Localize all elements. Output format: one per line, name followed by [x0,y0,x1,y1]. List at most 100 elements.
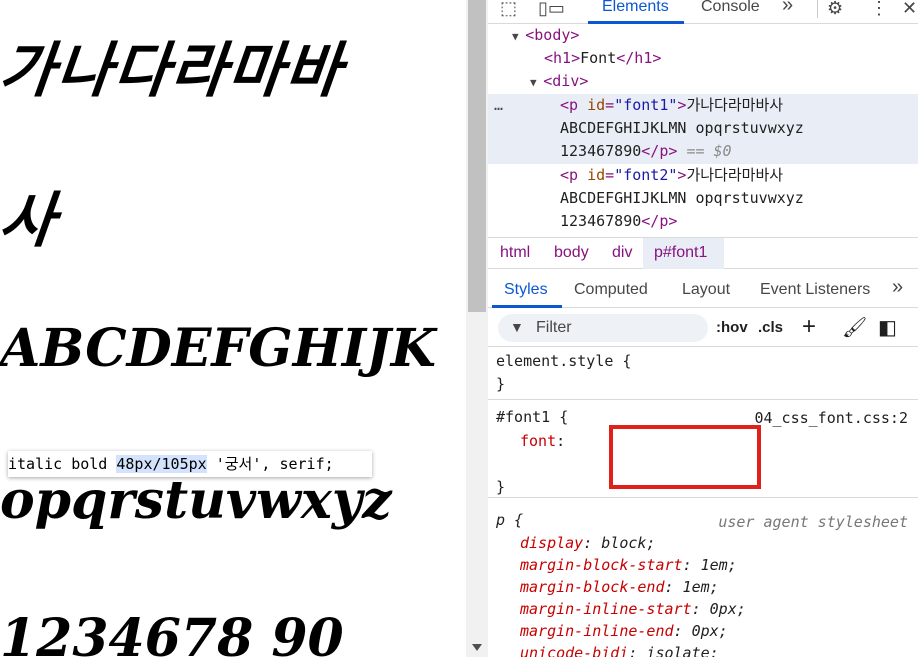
dom-node-p-font2[interactable]: <p id="font2">가나다라마바사 [560,164,783,187]
preview-line-uppercase: ABCDEFGHIJK [0,318,436,379]
font-value-line-height: 105px [161,455,207,473]
more-options-icon[interactable]: ⋮ [870,0,888,19]
preview-line-digits: 1234678 90 [0,608,344,657]
tab-elements[interactable]: Elements [602,0,669,16]
p1-text-line2: ABCDEFGHIJKLMN opqrstuvwxyz [560,119,804,137]
active-subtab-indicator [492,305,562,308]
page-scrollbar[interactable] [466,0,488,657]
p-property-row[interactable]: display: block; [520,532,655,554]
property-value: : isolate; [628,644,719,657]
more-subtabs-button[interactable]: » [892,276,903,299]
tag-div: <div> [543,72,589,90]
preview-line-korean-1: 가나다라마바 [0,36,347,106]
property-name: margin-inline-end [520,622,674,640]
attr-name: id [587,96,606,114]
device-toolbar-icon[interactable]: ▯▭ [538,0,565,19]
breadcrumb-p-font1[interactable]: p#font1 [654,244,707,262]
filter-placeholder: Filter [536,319,572,336]
p-property-row[interactable]: unicode-bidi: isolate; [520,642,719,657]
class-toggle[interactable]: .cls [758,319,783,336]
new-rule-button[interactable]: + [802,313,816,341]
breadcrumb-div[interactable]: div [612,244,632,262]
h1-text: Font [580,49,617,67]
collapse-arrow-icon[interactable]: ▼ [530,76,543,89]
property-value: : 1em; [664,578,719,596]
dom-tree: ▼ <body> <h1>Font</h1> ▼ <div> … <p id="… [488,24,918,236]
paint-brush-icon[interactable]: 🖌 [842,315,867,340]
attr-value: "font1" [614,96,678,114]
annotation-highlight-box [609,425,761,489]
rule-p-user-agent[interactable]: p { user agent stylesheet display: block… [488,506,918,657]
scroll-down-arrow-icon[interactable] [472,644,482,651]
user-agent-stylesheet-label: user agent stylesheet [718,513,908,531]
devtools-toolbar: ⬚ ▯▭ Elements Console » ⚙ ⋮ ✕ [488,0,918,24]
preview-line-korean-2: 사 [0,186,61,256]
breadcrumb-body[interactable]: body [554,244,589,262]
font-value-size: 48px/ [116,455,162,473]
font-value-style-weight: italic bold [8,455,117,473]
property-value: : 0px; [691,600,746,618]
property-name: display [520,534,584,552]
tab-layout[interactable]: Layout [682,281,730,299]
p2-text-line1: 가나다라마바사 [686,166,784,184]
p-selector: p { [496,511,524,529]
font-value-editor[interactable]: italic bold 48px/105px '궁서', serif; [8,451,372,477]
more-tabs-button[interactable]: » [782,0,793,17]
close-devtools-icon[interactable]: ✕ [902,0,917,19]
tag-p: <p [560,96,579,114]
tab-event-listeners[interactable]: Event Listeners [760,281,870,299]
styles-filter-bar: ▼ Filter :hov .cls + 🖌 ◧ [488,309,918,347]
hover-state-toggle[interactable]: :hov [716,319,748,336]
tag-p: <p [560,166,579,184]
p-property-row[interactable]: margin-block-end: 1em; [520,576,719,598]
p1-text-line1: 가나다라마바사 [686,96,784,114]
p2-text-line2: ABCDEFGHIJKLMN opqrstuvwxyz [560,189,804,207]
breadcrumb: html body div p#font1 [488,237,918,269]
preview-line-lowercase: opqrstuvwxyz [0,470,392,531]
font1-selector: #font1 { [496,408,569,426]
p1-text-line3: 123467890</p> == $0 [560,140,732,163]
p2-text-line3: 123467890</p> [560,210,677,233]
p-property-row[interactable]: margin-inline-end: 0px; [520,620,728,642]
tab-styles[interactable]: Styles [504,281,548,299]
inspect-element-icon[interactable]: ⬚ [500,0,517,19]
attr-name: id [587,166,606,184]
dom-node-h1[interactable]: <h1>Font</h1> [544,47,661,70]
tag-p-close: </p> [641,212,678,230]
p-property-row[interactable]: margin-block-start: 1em; [520,554,737,576]
font1-property[interactable]: font: [520,430,565,452]
collapse-arrow-icon[interactable]: ▼ [512,30,525,43]
rule-element-style[interactable]: element.style { } [488,348,918,400]
toggle-sidebar-icon[interactable]: ◧ [878,315,897,340]
styles-subtabs: Styles Computed Layout Event Listeners » [488,270,918,308]
font1-close: } [496,478,506,496]
devtools-panel: ⬚ ▯▭ Elements Console » ⚙ ⋮ ✕ ▼ <body> <… [488,0,918,657]
property-name: margin-block-end [520,578,665,596]
property-name: unicode-bidi [520,644,629,657]
selected-node-marker: == $0 [686,142,732,160]
tag-p-close: </p> [641,142,678,160]
font-value-family: '궁서', serif; [206,455,334,473]
property-value: : 0px; [673,622,728,640]
element-style-close: } [496,375,506,393]
node-actions-ellipsis-icon[interactable]: … [494,94,503,117]
p-property-row[interactable]: margin-inline-start: 0px; [520,598,746,620]
property-value: : block; [583,534,656,552]
property-name: margin-inline-start [520,600,692,618]
dom-node-div[interactable]: ▼ <div> [530,70,588,94]
dom-node-body[interactable]: ▼ <body> [512,24,579,48]
property-value: : 1em; [682,556,737,574]
settings-gear-icon[interactable]: ⚙ [827,0,843,19]
scrollbar-thumb[interactable] [468,0,486,312]
tag-h1-close: </h1> [616,49,662,67]
p2-digits: 123467890 [560,212,642,230]
tab-computed[interactable]: Computed [574,281,648,299]
dom-node-p-font1[interactable]: <p id="font1">가나다라마바사 [560,94,783,117]
tag-h1-open: <h1> [544,49,581,67]
toolbar-divider [817,0,818,18]
breadcrumb-html[interactable]: html [500,244,530,262]
font1-source-link[interactable]: 04_css_font.css:2 [754,407,908,429]
tab-console[interactable]: Console [701,0,760,16]
element-style-selector: element.style { [496,352,632,370]
filter-input[interactable] [498,314,708,342]
